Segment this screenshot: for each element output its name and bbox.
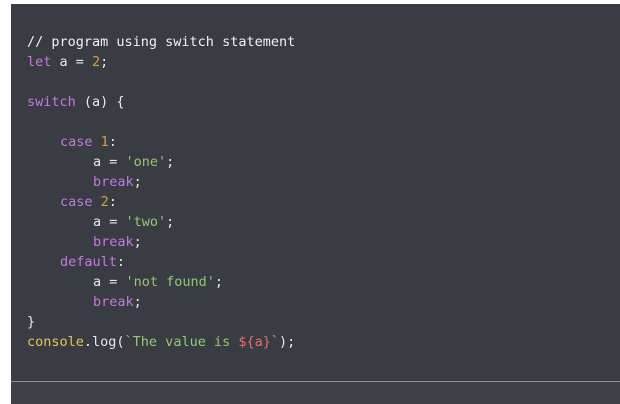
string-literal: 'two' (125, 214, 167, 230)
template-expression: ${a} (238, 334, 271, 350)
keyword-break: break (93, 174, 134, 190)
keyword-default: default (60, 254, 117, 270)
variable-decl: a = (51, 54, 93, 70)
code-line-11: break; (27, 232, 295, 252)
template-end: ` (270, 334, 279, 350)
keyword-break: break (93, 234, 134, 250)
colon: : (108, 134, 117, 150)
code-line-4: switch (a) { (27, 92, 295, 112)
call-close: ); (279, 334, 296, 350)
semicolon: ; (133, 174, 142, 190)
number-literal: 2 (92, 54, 101, 70)
semicolon: ; (100, 54, 109, 70)
code-comment: // program using switch statement (27, 34, 296, 50)
code-line-14: break; (27, 292, 295, 312)
keyword-case: case (60, 134, 93, 150)
code-line-16: console.log(`The value is ${a}`); (27, 332, 295, 352)
switch-condition: (a) { (75, 94, 125, 110)
assignment: a = (93, 274, 126, 290)
code-line-1: // program using switch statement (27, 32, 295, 52)
semicolon: ; (166, 214, 175, 230)
keyword-break: break (93, 294, 134, 310)
code-listing: // program using switch statement let a =… (27, 32, 295, 352)
code-line-12: default: (27, 252, 295, 272)
string-literal: 'one' (125, 154, 167, 170)
code-line-7: a = 'one'; (27, 152, 295, 172)
keyword-case: case (60, 194, 93, 210)
assignment: a = (93, 214, 126, 230)
keyword-switch: switch (27, 94, 76, 110)
code-line-9: case 2: (27, 192, 295, 212)
code-block: // program using switch statement let a =… (11, 4, 620, 382)
assignment: a = (93, 154, 126, 170)
code-line-6: case 1: (27, 132, 295, 152)
colon: : (108, 194, 117, 210)
console-object: console (27, 334, 84, 350)
code-line-8: break; (27, 172, 295, 192)
semicolon: ; (214, 274, 224, 290)
code-line-10: a = 'two'; (27, 212, 295, 232)
page: // program using switch statement let a =… (0, 0, 620, 404)
semicolon: ; (166, 154, 175, 170)
keyword-let: let (27, 54, 52, 70)
string-literal: 'not found' (125, 274, 215, 290)
output-strip (11, 382, 620, 404)
semicolon: ; (133, 294, 142, 310)
log-call: .log( (83, 334, 125, 350)
code-line-13: a = 'not found'; (27, 272, 295, 292)
case-value: 1 (92, 134, 109, 150)
template-text: `The value is (124, 334, 239, 350)
code-line-2: let a = 2; (27, 52, 295, 72)
case-value: 2 (92, 194, 109, 210)
close-brace: } (27, 314, 36, 330)
colon: : (116, 254, 126, 270)
code-line-15: } (27, 312, 295, 332)
semicolon: ; (133, 234, 142, 250)
